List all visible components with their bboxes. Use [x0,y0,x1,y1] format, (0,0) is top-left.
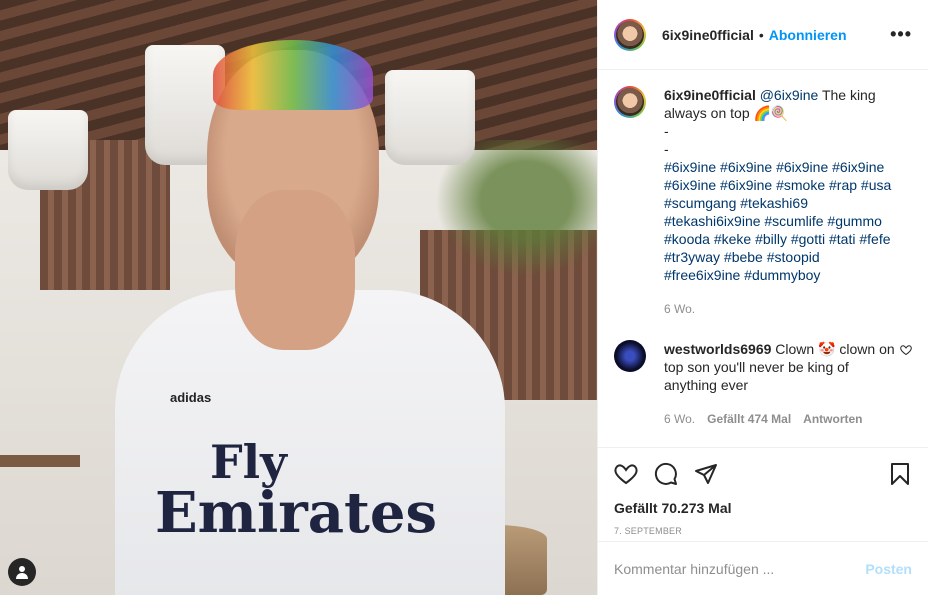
caption-body: 6ix9ine0fficial @6ix9ine The king always… [664,86,897,318]
hand [235,190,355,350]
comment-time[interactable]: 6 Wo. [664,410,695,428]
more-icon[interactable]: ••• [890,24,912,45]
user-tag-icon[interactable] [8,558,36,586]
caption-dash: - [664,123,669,139]
avatar[interactable] [614,340,646,372]
person: adidas Fly Emirates [115,20,505,595]
comment-row: westworlds6969 Clown 🤡 clown on top son … [614,340,912,428]
post-header: 6ix9ine0fficial • Abonnieren ••• [598,0,928,70]
heart-icon[interactable] [614,462,638,486]
caption-hashtags[interactable]: #6ix9ine #6ix9ine #6ix9ine #6ix9ine #6ix… [664,158,897,284]
comment-body: westworlds6969 Clown 🤡 clown on top son … [664,340,897,428]
comment-username[interactable]: westworlds6969 [664,341,771,357]
jersey-text-emirates: Emirates [155,480,438,546]
avatar[interactable] [614,86,646,118]
cafe-table [0,455,80,467]
caption-dash: - [664,141,669,157]
caption-row: 6ix9ine0fficial @6ix9ine The king always… [614,86,912,318]
add-comment-bar: Posten [598,541,928,595]
action-icons [614,458,912,490]
separator-dot: • [758,26,764,43]
follow-button[interactable]: Abonnieren [769,27,847,43]
lamp-shade [8,110,88,190]
share-icon[interactable] [694,462,718,486]
likes-count[interactable]: Gefällt 70.273 Mal [614,500,912,516]
jersey-brand: adidas [170,390,212,405]
header-username[interactable]: 6ix9ine0fficial [662,27,754,43]
caption-username[interactable]: 6ix9ine0fficial [664,87,756,103]
comments-area[interactable]: 6ix9ine0fficial @6ix9ine The king always… [598,70,928,447]
instagram-post: adidas Fly Emirates 6ix9ine0fficial • Ab… [0,0,928,595]
post-photo[interactable]: adidas Fly Emirates [0,0,597,595]
comment-icon[interactable] [654,462,678,486]
heart-icon[interactable] [900,344,912,356]
post-sidebar: 6ix9ine0fficial • Abonnieren ••• 6ix9ine… [597,0,928,595]
avatar[interactable] [614,18,646,51]
caption-meta: 6 Wo. [664,300,897,318]
caption-time[interactable]: 6 Wo. [664,300,695,318]
post-button[interactable]: Posten [865,561,912,577]
post-date[interactable]: 7. September [614,526,912,536]
comment-input[interactable] [614,560,866,577]
bookmark-icon[interactable] [888,462,912,486]
reply-button[interactable]: Antworten [803,410,862,428]
comment-likes[interactable]: Gefällt 474 Mal [707,410,791,428]
comment-meta: 6 Wo. Gefällt 474 Mal Antworten [664,410,897,428]
rainbow-hair [213,40,373,110]
caption-mention[interactable]: @6ix9ine [760,87,819,103]
